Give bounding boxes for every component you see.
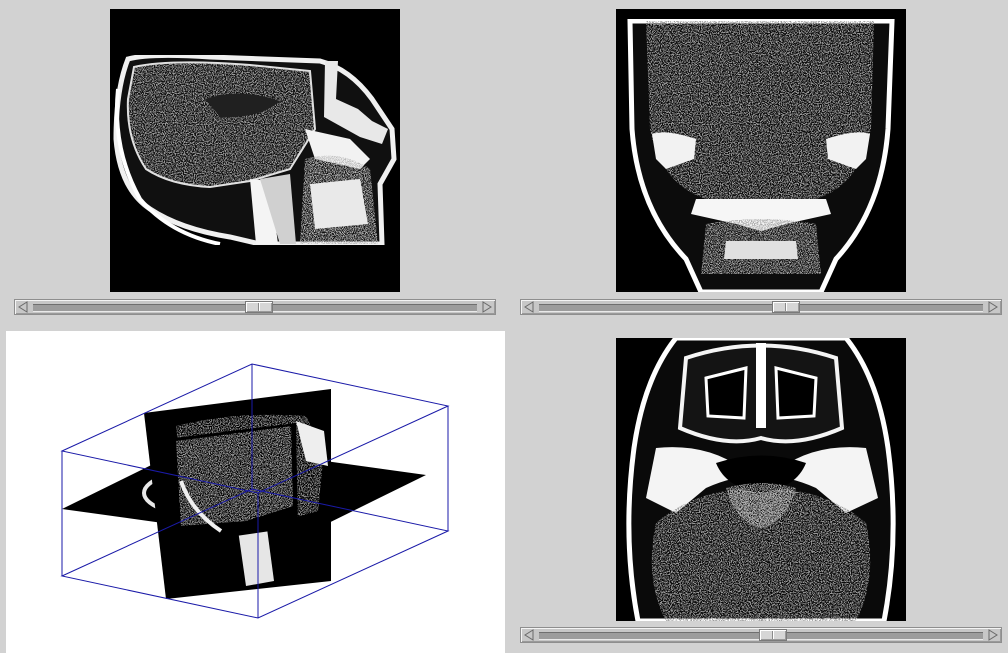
coronal-slice-scrollbar[interactable] xyxy=(520,299,1002,315)
axial-slice-scrollbar[interactable] xyxy=(520,627,1002,643)
3d-volume-view[interactable] xyxy=(6,331,505,653)
triangle-left-icon[interactable] xyxy=(522,301,536,313)
triangle-left-icon[interactable] xyxy=(16,301,30,313)
sagittal-slice-scrollbar[interactable] xyxy=(14,299,496,315)
sagittal-view[interactable] xyxy=(110,9,400,292)
triangle-left-icon[interactable] xyxy=(522,629,536,641)
axial-slider-thumb[interactable] xyxy=(759,629,788,641)
sagittal-slice-image xyxy=(110,9,400,292)
triangle-right-icon[interactable] xyxy=(480,301,494,313)
coronal-slider-track[interactable] xyxy=(539,304,983,312)
triangle-right-icon[interactable] xyxy=(986,301,1000,313)
coronal-slice-image xyxy=(616,9,906,292)
3d-volume-render xyxy=(60,363,450,619)
coronal-slider-thumb[interactable] xyxy=(771,301,800,313)
sagittal-slider-thumb[interactable] xyxy=(245,301,274,313)
triangle-right-icon[interactable] xyxy=(986,629,1000,641)
coronal-view[interactable] xyxy=(616,9,906,292)
axial-slice-image xyxy=(616,338,906,621)
mpr-viewer-window: { "viewer": { "background_color": "#d2d2… xyxy=(0,0,1008,653)
axial-view[interactable] xyxy=(616,338,906,621)
